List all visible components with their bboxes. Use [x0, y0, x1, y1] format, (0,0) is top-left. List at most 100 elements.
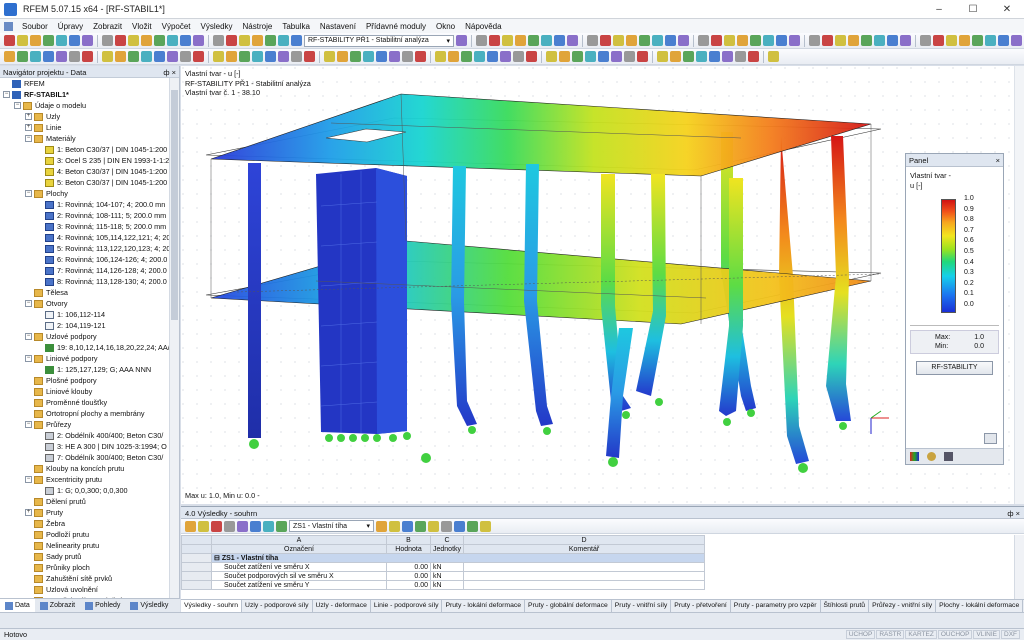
collapse-icon[interactable]: − [25, 333, 32, 340]
toolbar-button-icon[interactable] [526, 51, 537, 62]
tree-item[interactable]: RFEM [0, 78, 169, 89]
toolbar-button-icon[interactable] [265, 51, 276, 62]
tree-item[interactable]: Podloží prutu [0, 529, 169, 540]
toolbar-button-icon[interactable] [337, 51, 348, 62]
toolbar-button-icon[interactable] [239, 35, 250, 46]
toolbar-button-icon[interactable] [291, 35, 302, 46]
toolbar-button-icon[interactable] [304, 51, 315, 62]
toolbar-button-icon[interactable] [4, 51, 15, 62]
status-mode-2[interactable]: KARTEZ [905, 630, 937, 639]
toolbar-button-icon[interactable] [809, 35, 820, 46]
toolbar-button-icon[interactable] [933, 35, 944, 46]
tree-item[interactable]: Liniové klouby [0, 386, 169, 397]
zoom-icon[interactable] [984, 433, 997, 444]
toolbar-button-icon[interactable] [709, 51, 720, 62]
toolbar-button-icon[interactable] [515, 35, 526, 46]
toolbar-button-icon[interactable] [861, 35, 872, 46]
toolbar-button-icon[interactable] [167, 51, 178, 62]
results-tab-0[interactable]: Výsledky - souhrn [181, 600, 243, 612]
toolbar-button-icon[interactable] [4, 35, 15, 46]
results-scrollbar[interactable] [1014, 535, 1024, 599]
toolbar-button-icon[interactable] [554, 35, 565, 46]
tree-item[interactable]: 1: G; 0,0,300; 0,0,300 [0, 485, 169, 496]
tree-item[interactable]: − Průřezy [0, 419, 169, 430]
scrollbar-thumb[interactable] [171, 90, 178, 320]
status-mode-3[interactable]: OUCHOP [937, 630, 973, 639]
navigator-tab-2[interactable]: Pohledy [80, 599, 125, 613]
toolbar-button-icon[interactable] [920, 35, 931, 46]
toolbar-button-icon[interactable] [789, 35, 800, 46]
toolbar-button-icon[interactable] [572, 51, 583, 62]
toolbar-button-icon[interactable] [376, 51, 387, 62]
toolbar-button-icon[interactable] [998, 35, 1009, 46]
toolbar-button-icon[interactable] [724, 35, 735, 46]
toolbar-button-icon[interactable] [435, 51, 446, 62]
table-row[interactable]: Součet zatížení ve směru Y 0.00 kN [181, 580, 706, 590]
results-toolbar-icon[interactable] [237, 520, 248, 532]
toolbar-button-icon[interactable] [887, 35, 898, 46]
toolbar-button-icon[interactable] [213, 35, 224, 46]
document-menu-icon[interactable] [4, 21, 13, 31]
toolbar-button-icon[interactable] [683, 51, 694, 62]
results-toolbar-icon[interactable] [402, 520, 413, 532]
toolbar-button-icon[interactable] [56, 35, 67, 46]
row-selector[interactable] [181, 571, 212, 581]
tree-item[interactable]: Proměnné tloušťky [0, 397, 169, 408]
toolbar-button-icon[interactable] [750, 35, 761, 46]
toolbar-button-icon[interactable] [985, 35, 996, 46]
panel-close-button[interactable]: × [996, 156, 1000, 165]
status-mode-1[interactable]: RASTR [876, 630, 905, 639]
toolbar-button-icon[interactable] [252, 35, 263, 46]
navigator-scrollbar[interactable] [169, 78, 179, 598]
toolbar-button-icon[interactable] [115, 35, 126, 46]
toolbar-button-icon[interactable] [350, 51, 361, 62]
toolbar-button-icon[interactable] [567, 35, 578, 46]
results-tab-5[interactable]: Pruty - globální deformace [525, 600, 612, 612]
collapse-icon[interactable]: − [25, 300, 32, 307]
results-toolbar-icon[interactable] [224, 520, 235, 532]
toolbar-button-icon[interactable] [768, 51, 779, 62]
toolbar-button-icon[interactable] [546, 51, 557, 62]
toolbar-button-icon[interactable] [180, 35, 191, 46]
toolbar-button-icon[interactable] [43, 35, 54, 46]
toolbar-button-icon[interactable] [402, 51, 413, 62]
collapse-icon[interactable]: − [25, 476, 32, 483]
toolbar-button-icon[interactable] [587, 35, 598, 46]
tree-item[interactable]: − Údaje o modelu [0, 100, 169, 111]
tree-item[interactable]: Zahuštění sítě prvků [0, 573, 169, 584]
toolbar-button-icon[interactable] [502, 35, 513, 46]
3d-viewport[interactable]: Vlastní tvar - u [-] RF-STABILITY PŘ1 - … [181, 66, 1024, 504]
toolbar-button-icon[interactable] [82, 51, 93, 62]
tree-item[interactable]: 1: 125,127,129; G; AAA NNN [0, 364, 169, 375]
toolbar-button-icon[interactable] [585, 51, 596, 62]
menu-5[interactable]: Výsledky [196, 22, 238, 31]
navigator-tab-1[interactable]: Zobrazit [35, 599, 80, 613]
toolbar-button-icon[interactable] [559, 51, 570, 62]
toolbar-button-icon[interactable] [193, 35, 204, 46]
edit-icon[interactable] [944, 452, 953, 461]
toolbar-button-icon[interactable] [637, 51, 648, 62]
results-case-select[interactable]: ZS1 - Vlastní tíha ▾ [289, 520, 374, 532]
toolbar-button-icon[interactable] [763, 35, 774, 46]
close-button[interactable]: ✕ [990, 0, 1024, 19]
tree-item[interactable]: − Otvory [0, 298, 169, 309]
results-toolbar-icon[interactable] [376, 520, 387, 532]
tree-item[interactable]: + Uzly [0, 111, 169, 122]
toolbar-button-icon[interactable] [115, 51, 126, 62]
menu-7[interactable]: Tabulka [277, 22, 315, 31]
viewport-scrollbar[interactable] [1014, 66, 1024, 504]
minimize-button[interactable]: – [922, 0, 956, 19]
toolbar-button-icon[interactable] [735, 51, 746, 62]
tree-item[interactable]: Ortotropní plochy a membrány [0, 408, 169, 419]
toolbar-button-icon[interactable] [848, 35, 859, 46]
menu-9[interactable]: Přídavné moduly [361, 22, 431, 31]
tree-item[interactable]: 19: 8,10,12,14,16,18,20,22,24; AA/ [0, 342, 169, 353]
toolbar-button-icon[interactable] [102, 35, 113, 46]
results-tab-1[interactable]: Uzly - podporové síly [242, 600, 313, 612]
tree-item[interactable]: Klouby na koncích prutu [0, 463, 169, 474]
toolbar-button-icon[interactable] [611, 51, 622, 62]
toolbar-button-icon[interactable] [489, 35, 500, 46]
collapse-icon[interactable]: − [3, 91, 10, 98]
toolbar-button-icon[interactable] [722, 51, 733, 62]
results-toolbar-icon[interactable] [441, 520, 452, 532]
